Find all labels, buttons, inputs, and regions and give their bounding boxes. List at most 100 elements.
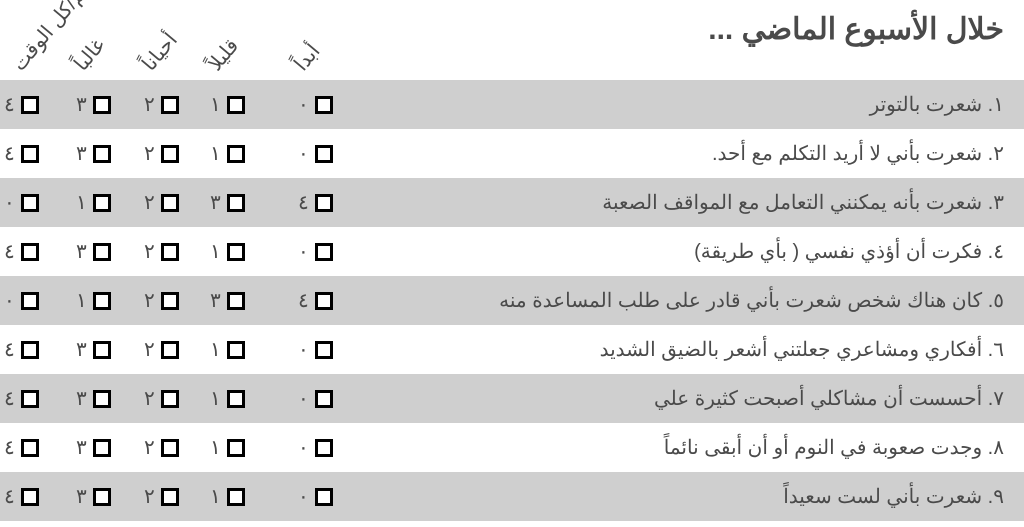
checkbox[interactable] [161, 390, 179, 408]
checkbox[interactable] [161, 341, 179, 359]
answer-cell: ٣ [76, 80, 111, 129]
checkbox[interactable] [227, 243, 245, 261]
answer-cell: ٢ [144, 276, 179, 325]
score-label: ٢ [144, 435, 155, 460]
checkbox[interactable] [227, 390, 245, 408]
checkbox[interactable] [93, 390, 111, 408]
scale-label-rarely: قليلاً [203, 34, 244, 76]
answer-cell: ٢ [144, 80, 179, 129]
answer-cell: ٤ [298, 178, 333, 227]
checkbox[interactable] [227, 341, 245, 359]
answer-cell: ٤ [4, 472, 39, 521]
checkbox[interactable] [21, 439, 39, 457]
checkbox[interactable] [315, 341, 333, 359]
checkbox[interactable] [161, 243, 179, 261]
answer-cell: ٤ [4, 129, 39, 178]
question-text: ٩. شعرت بأني لست سعيداً [783, 472, 1004, 521]
checkbox[interactable] [21, 292, 39, 310]
score-label: ٤ [4, 141, 15, 166]
checkbox[interactable] [315, 145, 333, 163]
score-label: ٣ [76, 386, 87, 411]
checkbox[interactable] [161, 145, 179, 163]
checkbox[interactable] [315, 194, 333, 212]
answer-cell: ٠ [4, 276, 39, 325]
question-text: ٥. كان هناك شخص شعرت بأني قادر على طلب ا… [499, 276, 1004, 325]
score-label: ٣ [76, 337, 87, 362]
score-label: ١ [210, 386, 221, 411]
answer-cell: ٠ [298, 423, 333, 472]
checkbox[interactable] [93, 96, 111, 114]
checkbox[interactable] [161, 488, 179, 506]
checkbox[interactable] [21, 341, 39, 359]
checkbox[interactable] [227, 488, 245, 506]
checkbox[interactable] [315, 488, 333, 506]
score-label: ٠ [298, 141, 309, 166]
checkbox[interactable] [21, 145, 39, 163]
checkbox[interactable] [93, 488, 111, 506]
checkbox[interactable] [93, 194, 111, 212]
answer-cells: ٤ ٣ ٢ ١ ٠ [0, 129, 380, 178]
checkbox[interactable] [161, 439, 179, 457]
answer-cell: ٢ [144, 374, 179, 423]
answer-cells: ٤٣٢١٠ [0, 325, 380, 374]
checkbox[interactable] [93, 341, 111, 359]
score-label: ٠ [4, 288, 15, 313]
checkbox[interactable] [315, 96, 333, 114]
checkbox[interactable] [93, 243, 111, 261]
answer-cells: ٠١٢٣٤ [0, 276, 380, 325]
checkbox[interactable] [227, 439, 245, 457]
score-label: ٠ [4, 190, 15, 215]
answer-cell: ٠ [298, 227, 333, 276]
answer-cell: ١ [210, 129, 245, 178]
checkbox[interactable] [227, 96, 245, 114]
checkbox[interactable] [21, 194, 39, 212]
question-row: ٩. شعرت بأني لست سعيداً٤٣٢١٠ [0, 472, 1024, 521]
answer-cell: ٣ [210, 276, 245, 325]
checkbox[interactable] [315, 390, 333, 408]
checkbox[interactable] [227, 194, 245, 212]
checkbox[interactable] [21, 243, 39, 261]
score-label: ١ [210, 141, 221, 166]
answer-cell: ١ [210, 80, 245, 129]
answer-cell: ٣ [76, 227, 111, 276]
answer-cell: ٣ [76, 129, 111, 178]
checkbox[interactable] [93, 145, 111, 163]
checkbox[interactable] [315, 243, 333, 261]
score-label: ٢ [144, 288, 155, 313]
score-label: ١ [76, 190, 87, 215]
checkbox[interactable] [21, 390, 39, 408]
checkbox[interactable] [315, 439, 333, 457]
score-label: ٤ [4, 337, 15, 362]
answer-cell: ٤ [4, 325, 39, 374]
checkbox[interactable] [227, 145, 245, 163]
score-label: ١ [210, 435, 221, 460]
scale-label-often: غالباً [69, 33, 111, 76]
checkbox[interactable] [161, 194, 179, 212]
scale-label-never: أبداً [289, 39, 326, 76]
score-label: ٢ [144, 141, 155, 166]
answer-cell: ١ [210, 227, 245, 276]
checkbox[interactable] [21, 488, 39, 506]
score-label: ٣ [210, 190, 221, 215]
page-title: خلال الأسبوع الماضي ... [708, 12, 1004, 47]
checkbox[interactable] [161, 292, 179, 310]
answer-cell: ٠ [4, 178, 39, 227]
checkbox[interactable] [161, 96, 179, 114]
checkbox[interactable] [93, 292, 111, 310]
answer-cell: ٠ [298, 325, 333, 374]
answer-cell: ١ [76, 276, 111, 325]
checkbox[interactable] [315, 292, 333, 310]
score-label: ٣ [76, 92, 87, 117]
score-label: ٣ [76, 484, 87, 509]
checkbox[interactable] [93, 439, 111, 457]
answer-cell: ٣ [76, 325, 111, 374]
score-label: ٠ [298, 435, 309, 460]
score-label: ٢ [144, 484, 155, 509]
score-label: ٤ [298, 190, 309, 215]
score-label: ١ [76, 288, 87, 313]
question-row: ٤. فكرت أن أؤذي نفسي ( بأي طريقة)٤٣٢١٠ [0, 227, 1024, 276]
checkbox[interactable] [21, 96, 39, 114]
score-label: ٠ [298, 239, 309, 264]
checkbox[interactable] [227, 292, 245, 310]
score-label: ٤ [4, 435, 15, 460]
